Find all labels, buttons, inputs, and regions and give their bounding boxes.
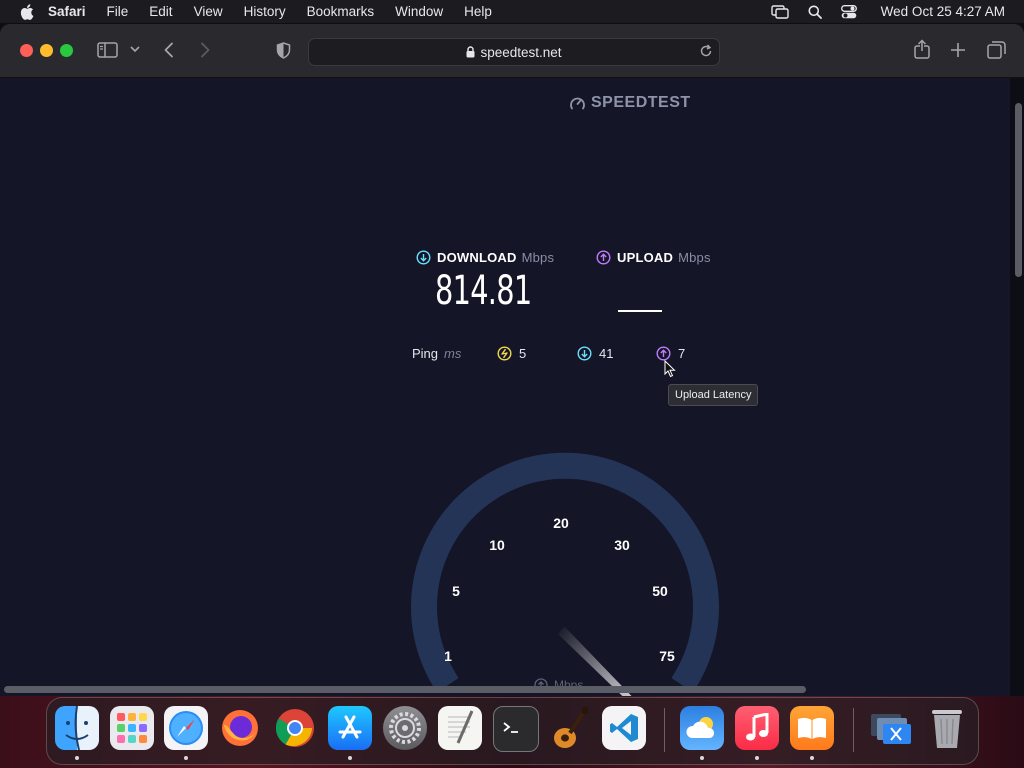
- back-button-icon[interactable]: [163, 42, 175, 58]
- vscode-icon[interactable]: [602, 706, 646, 750]
- system-settings-icon[interactable]: [383, 706, 427, 750]
- upload-latency-value: 7: [678, 346, 686, 361]
- dock-separator: [664, 708, 665, 752]
- finder-running-indicator: [75, 756, 79, 760]
- forward-button-icon[interactable]: [199, 42, 211, 58]
- ping-title: Ping: [412, 346, 439, 361]
- upload-latency[interactable]: 7: [656, 346, 685, 361]
- upload-latency-tooltip: Upload Latency: [668, 384, 759, 406]
- vertical-scrollbar[interactable]: [1015, 103, 1022, 277]
- gauge-tick-20: 20: [553, 515, 569, 531]
- menu-window[interactable]: Window: [395, 4, 443, 19]
- download-label: DOWNLOAD Mbps: [416, 250, 554, 265]
- chrome-icon[interactable]: [273, 706, 317, 750]
- upload-arrow-icon: [596, 250, 611, 265]
- menu-bar: Safari File Edit View History Bookmarks …: [0, 0, 1024, 23]
- apple-menu-icon[interactable]: [20, 3, 34, 20]
- downloads-stack-icon[interactable]: [869, 706, 913, 750]
- gauge-tick-1: 1: [444, 648, 452, 664]
- ping-unit: ms: [444, 346, 462, 361]
- new-tab-icon[interactable]: [950, 42, 966, 58]
- app-store-running-indicator: [348, 756, 352, 760]
- speedtest-page: SPEEDTEST DOWNLOAD Mbps 814.81 UPLOAD Mb…: [0, 78, 1010, 696]
- safari-icon[interactable]: [164, 706, 208, 750]
- music-icon[interactable]: [735, 706, 779, 750]
- menubar-clock[interactable]: Wed Oct 25 4:27 AM: [881, 4, 1005, 19]
- app-store-icon[interactable]: [328, 706, 372, 750]
- spotlight-search-icon[interactable]: [808, 5, 822, 19]
- upload-unit: Mbps: [678, 250, 711, 265]
- weather-running-indicator: [700, 756, 704, 760]
- reload-icon[interactable]: [699, 44, 713, 61]
- gauge-tick-10: 10: [489, 537, 505, 553]
- dock-separator: [853, 708, 854, 752]
- menu-file[interactable]: File: [107, 4, 129, 19]
- books-icon[interactable]: [790, 706, 834, 750]
- share-icon[interactable]: [913, 39, 931, 59]
- mouse-pointer-icon: [664, 359, 676, 383]
- upload-value-placeholder: [618, 310, 662, 312]
- finder-icon[interactable]: [55, 706, 99, 750]
- gauge-tick-30: 30: [614, 537, 630, 553]
- url-text: speedtest.net: [480, 44, 562, 60]
- firefox-icon[interactable]: [218, 706, 262, 750]
- address-bar[interactable]: speedtest.net: [308, 38, 720, 66]
- books-running-indicator: [810, 756, 814, 760]
- minimize-window-button[interactable]: [40, 44, 53, 57]
- download-latency-value: 41: [599, 346, 614, 361]
- privacy-shield-icon[interactable]: [276, 42, 291, 59]
- chevron-down-icon[interactable]: [130, 45, 140, 53]
- music-running-indicator: [755, 756, 759, 760]
- download-title: DOWNLOAD: [437, 250, 517, 265]
- dock: [46, 697, 979, 765]
- garageband-icon[interactable]: [548, 706, 592, 750]
- zoom-window-button[interactable]: [60, 44, 73, 57]
- control-center-icon[interactable]: [840, 4, 857, 19]
- menu-app-safari[interactable]: Safari: [48, 4, 86, 19]
- idle-latency-value: 5: [519, 346, 527, 361]
- sidebar-toggle-icon[interactable]: [97, 41, 119, 59]
- terminal-icon[interactable]: [493, 706, 539, 752]
- gauge-tick-5: 5: [452, 583, 460, 599]
- screen-mirroring-icon[interactable]: [770, 4, 789, 19]
- gauge-tick-75: 75: [659, 648, 675, 664]
- gauge-tick-50: 50: [652, 583, 668, 599]
- trash-icon[interactable]: [925, 706, 969, 750]
- download-latency-icon: [577, 346, 592, 361]
- safari-running-indicator: [184, 756, 188, 760]
- ping-label: Ping ms: [412, 346, 461, 361]
- download-latency[interactable]: 41: [577, 346, 613, 361]
- speedometer-logo-icon: [570, 97, 585, 109]
- lock-icon: [466, 46, 475, 58]
- menu-history[interactable]: History: [244, 4, 286, 19]
- download-arrow-icon: [416, 250, 431, 265]
- launchpad-icon[interactable]: [110, 706, 154, 750]
- upload-label: UPLOAD Mbps: [596, 250, 711, 265]
- speed-gauge: 0 1 5 10 20 30 50 75 100: [411, 452, 719, 696]
- textedit-icon[interactable]: [438, 706, 482, 750]
- upload-title: UPLOAD: [617, 250, 674, 265]
- idle-latency[interactable]: 5: [497, 346, 526, 361]
- browser-toolbar: speedtest.net: [0, 24, 1024, 78]
- speedtest-logo[interactable]: SPEEDTEST: [569, 94, 691, 112]
- idle-latency-icon: [497, 346, 512, 361]
- download-unit: Mbps: [521, 250, 555, 265]
- menu-help[interactable]: Help: [464, 4, 492, 19]
- weather-icon[interactable]: [680, 706, 724, 750]
- download-speed-value: 814.81: [435, 268, 532, 314]
- safari-window: speedtest.net SPEEDTEST DOWNLOAD Mbps 81…: [0, 24, 1024, 696]
- menu-bookmarks[interactable]: Bookmarks: [307, 4, 375, 19]
- close-window-button[interactable]: [20, 44, 33, 57]
- tab-overview-icon[interactable]: [987, 41, 1006, 59]
- menu-edit[interactable]: Edit: [149, 4, 172, 19]
- brand-text: SPEEDTEST: [591, 94, 691, 111]
- horizontal-scrollbar[interactable]: [4, 686, 806, 693]
- menu-view[interactable]: View: [194, 4, 223, 19]
- upload-latency-icon: [656, 346, 671, 361]
